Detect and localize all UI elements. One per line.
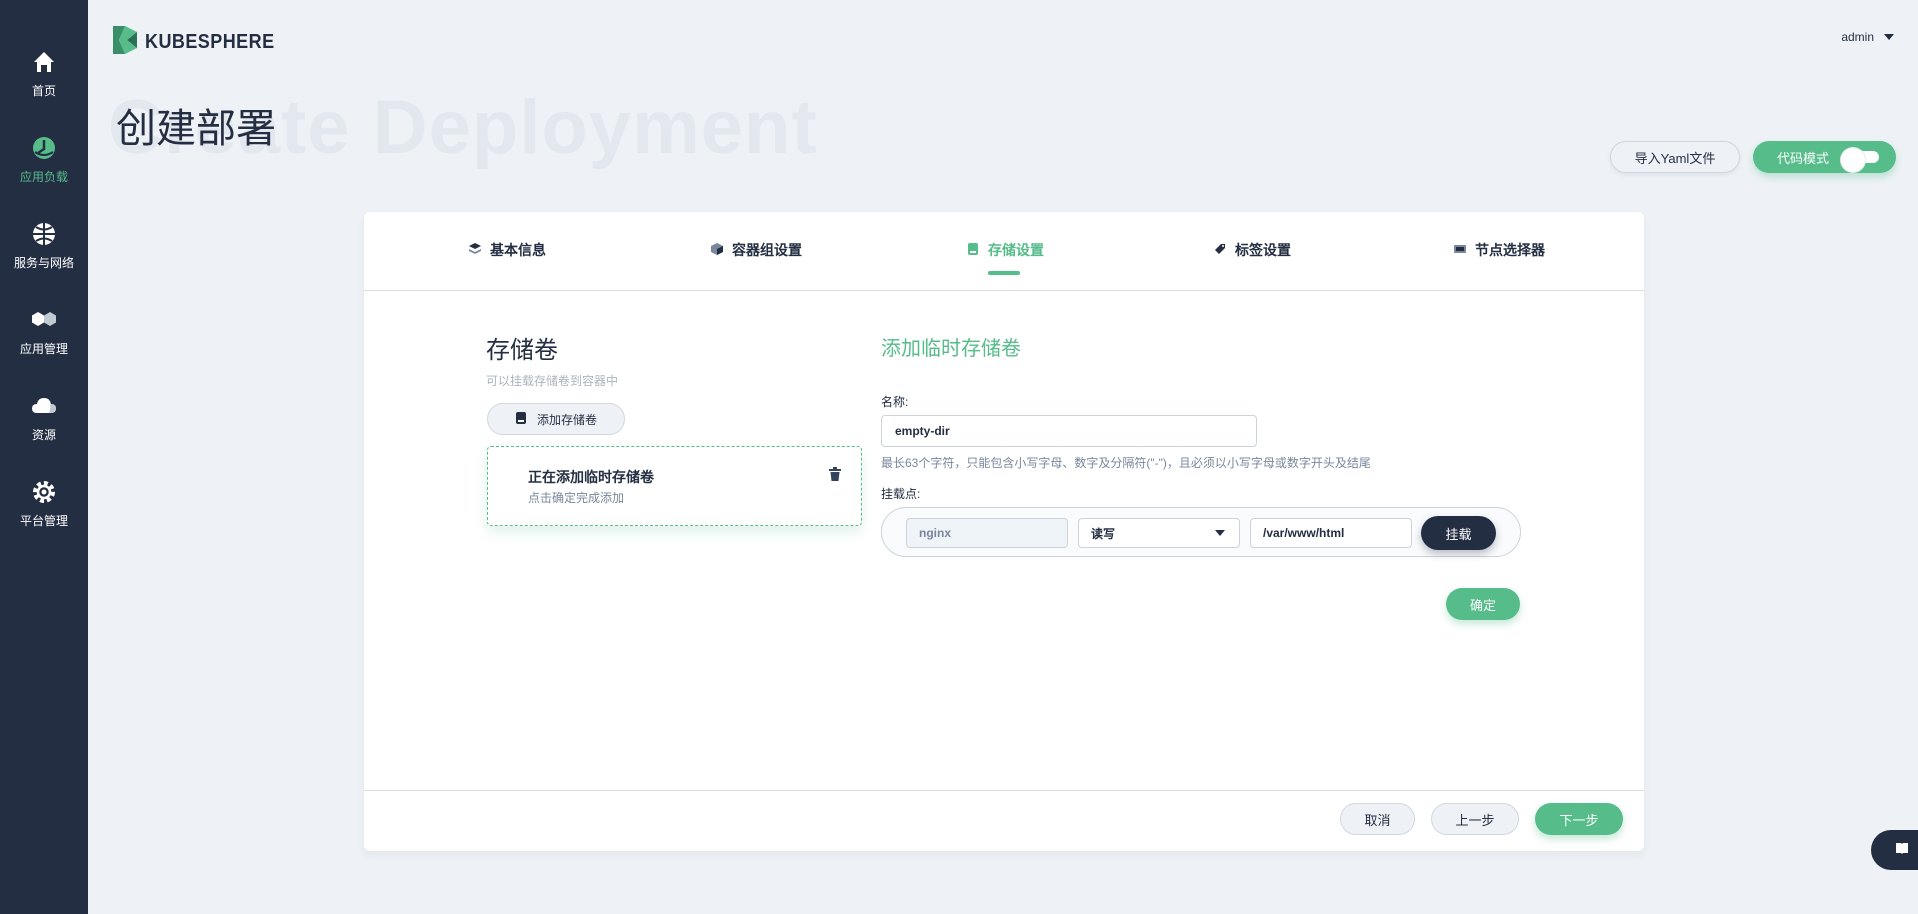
form-title: 添加临时存储卷	[881, 338, 1021, 360]
tab-label: 节点选择器	[1475, 242, 1545, 258]
network-icon	[30, 220, 58, 248]
sidebar-item-label: 服务与网络	[13, 256, 74, 270]
layers-icon	[468, 242, 482, 259]
active-tab-indicator	[988, 271, 1020, 275]
gear-icon	[30, 478, 58, 506]
mount-mode-value: 读写	[1091, 526, 1116, 541]
chevron-down-icon	[1215, 530, 1225, 536]
home-icon	[30, 48, 58, 76]
tab-node-selector[interactable]: 节点选择器	[1453, 240, 1545, 260]
book-icon	[1895, 841, 1909, 859]
cube-icon	[710, 242, 724, 259]
add-volume-button[interactable]: 添加存储卷	[487, 403, 625, 435]
help-chat-button[interactable]	[1871, 830, 1918, 870]
toggle-switch	[1841, 148, 1880, 172]
name-label: 名称:	[881, 395, 909, 409]
trash-icon[interactable]	[829, 467, 841, 486]
pending-volume-card: 正在添加临时存储卷 点击确定完成添加	[487, 446, 862, 526]
step-tabs: 基本信息 容器组设置 存储设置 标签设置 节点选择器	[364, 212, 1644, 291]
sidebar-item-home[interactable]: 首页	[0, 48, 88, 118]
mount-path-input[interactable]: /var/www/html	[1250, 518, 1412, 548]
import-yaml-button[interactable]: 导入Yaml文件	[1610, 141, 1740, 173]
add-volume-label: 添加存储卷	[536, 412, 597, 427]
tab-label: 容器组设置	[732, 242, 802, 258]
tab-label: 存储设置	[988, 242, 1044, 258]
mount-mode-select[interactable]: 读写	[1078, 518, 1240, 548]
tab-pod-settings[interactable]: 容器组设置	[710, 240, 802, 260]
storage-icon	[966, 242, 980, 259]
sidebar-item-network[interactable]: 服务与网络	[0, 220, 88, 290]
mount-label: 挂载点:	[881, 487, 921, 501]
name-hint: 最长63个字符，只能包含小写字母、数字及分隔符("-")，且必须以小写字母或数字…	[881, 456, 1371, 470]
sidebar: 首页 应用负载 服务与网络 应用管理 资源 平台管理	[0, 0, 88, 914]
cancel-button[interactable]: 取消	[1340, 803, 1415, 835]
next-button[interactable]: 下一步	[1535, 803, 1623, 835]
cloud-icon	[30, 392, 58, 420]
create-deployment-card: 基本信息 容器组设置 存储设置 标签设置 节点选择器 存储卷 可以挂载存储卷到容…	[364, 212, 1644, 851]
sidebar-item-workload[interactable]: 应用负载	[0, 134, 88, 204]
code-mode-label: 代码模式	[1777, 150, 1830, 166]
confirm-button[interactable]: 确定	[1446, 588, 1520, 620]
sidebar-item-label: 平台管理	[19, 514, 68, 528]
kubesphere-logo-icon	[111, 24, 139, 61]
sidebar-item-platform[interactable]: 平台管理	[0, 478, 88, 548]
sidebar-item-label: 首页	[31, 84, 56, 98]
node-icon	[1453, 242, 1467, 259]
mount-container-field: nginx	[906, 518, 1068, 548]
logo-text: KUBESPHERE	[145, 31, 275, 53]
mount-point-row: nginx 读写 /var/www/html 挂载	[881, 507, 1521, 557]
sidebar-item-label: 应用负载	[19, 170, 68, 184]
tab-label: 标签设置	[1235, 242, 1291, 258]
pending-volume-title: 正在添加临时存储卷	[528, 469, 654, 485]
sidebar-item-label: 资源	[31, 428, 56, 442]
tab-storage-settings[interactable]: 存储设置	[966, 240, 1044, 260]
volumes-title: 存储卷	[486, 337, 558, 364]
pending-volume-subtitle: 点击确定完成添加	[528, 491, 625, 505]
logo[interactable]: KUBESPHERE	[111, 24, 289, 61]
workload-icon	[30, 134, 58, 162]
mount-button[interactable]: 挂载	[1421, 516, 1496, 550]
sidebar-item-resources[interactable]: 资源	[0, 392, 88, 462]
tab-label-settings[interactable]: 标签设置	[1213, 240, 1291, 260]
username: admin	[1841, 30, 1874, 44]
tab-basic-info[interactable]: 基本信息	[468, 240, 546, 260]
name-input[interactable]: empty-dir	[881, 415, 1257, 447]
volumes-description: 可以挂载存储卷到容器中	[486, 374, 619, 388]
user-menu[interactable]: admin	[1841, 30, 1894, 44]
tag-icon	[1213, 242, 1227, 259]
app-management-icon	[30, 306, 58, 334]
sidebar-item-app-management[interactable]: 应用管理	[0, 306, 88, 376]
sidebar-item-label: 应用管理	[19, 342, 68, 356]
tab-label: 基本信息	[490, 242, 546, 258]
storage-icon	[515, 411, 527, 428]
previous-button[interactable]: 上一步	[1431, 803, 1519, 835]
caret-down-icon	[1884, 34, 1894, 40]
card-footer: 取消 上一步 下一步	[364, 790, 1644, 851]
page-title: 创建部署	[116, 107, 276, 151]
code-mode-toggle[interactable]: 代码模式	[1753, 141, 1896, 173]
